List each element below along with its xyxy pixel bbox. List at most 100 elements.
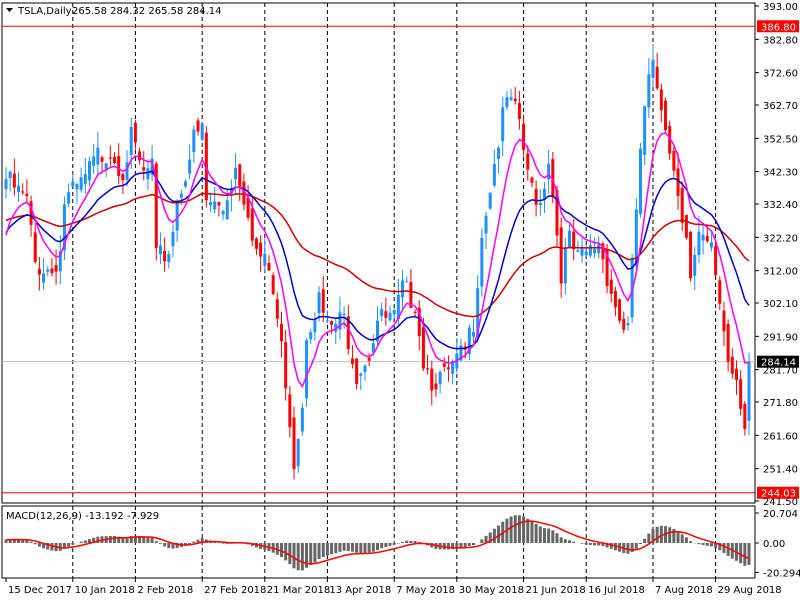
macd-histogram-bar — [300, 543, 304, 571]
macd-histogram-bar — [459, 543, 463, 548]
y-tick-label: 291.90 — [763, 332, 798, 343]
candle-up — [96, 147, 100, 165]
candle-up — [342, 314, 346, 316]
y-tick-label: 352.50 — [763, 134, 798, 145]
macd-histogram-bar — [497, 525, 501, 543]
macd-histogram-bar — [588, 543, 592, 545]
candle-up — [509, 97, 513, 100]
macd-histogram-bar — [309, 543, 313, 566]
y-tick-label: 372.60 — [763, 69, 798, 80]
candle-down — [572, 231, 576, 250]
candle-up — [209, 202, 213, 206]
x-tick-label: 27 Feb 2018 — [204, 585, 266, 596]
candle-down — [559, 227, 563, 284]
macd-histogram-bar — [371, 543, 375, 552]
candle-up — [472, 332, 476, 337]
candle-up — [213, 201, 217, 210]
macd-histogram-bar — [709, 543, 713, 547]
candle-down — [133, 122, 137, 143]
macd-histogram-bar — [158, 543, 162, 544]
ohlc-readout: 265.58 284.32 265.58 284.14 — [72, 6, 222, 17]
candle-up — [363, 365, 367, 373]
candle-down — [743, 403, 747, 429]
macd-y-tick-label: -20.294 — [763, 568, 800, 579]
candle-down — [113, 157, 117, 163]
macd-histogram-bar — [517, 515, 521, 543]
x-tick-label: 21 Jun 2018 — [526, 585, 586, 596]
candle-up — [392, 310, 396, 315]
candle-up — [192, 129, 196, 153]
candle-up — [588, 245, 592, 256]
macd-histogram-bar — [530, 521, 534, 543]
y-tick-label: 342.30 — [763, 168, 798, 179]
candle-down — [196, 120, 200, 132]
macd-histogram-bar — [83, 540, 87, 543]
macd-histogram-bar — [154, 541, 158, 543]
candle-down — [434, 383, 438, 390]
candle-up — [183, 181, 187, 187]
macd-histogram-bar — [71, 543, 75, 545]
y-tick-label: 312.00 — [763, 267, 798, 278]
macd-histogram-bar — [313, 543, 317, 563]
candle-down — [655, 66, 659, 89]
candle-down — [37, 268, 41, 275]
candle-up — [597, 244, 601, 254]
y-tick-label: 271.80 — [763, 398, 798, 409]
macd-histogram-bar — [722, 543, 726, 553]
macd-histogram-bar — [555, 533, 559, 543]
macd-histogram-bar — [25, 540, 29, 543]
macd-histogram-bar — [647, 533, 651, 543]
candle-up — [593, 249, 597, 254]
macd-histogram-bar — [384, 543, 388, 548]
candle-down — [618, 299, 622, 321]
macd-histogram-bar — [33, 543, 37, 545]
macd-histogram-bar — [188, 543, 192, 545]
x-tick-label: 30 May 2018 — [459, 585, 524, 596]
candle-up — [221, 211, 225, 215]
candle-up — [17, 185, 21, 192]
macd-histogram-bar — [739, 543, 743, 564]
macd-histogram-bar — [668, 527, 672, 543]
candle-down — [622, 319, 626, 330]
candle-up — [380, 309, 384, 317]
candle-up — [46, 269, 50, 272]
candle-down — [217, 202, 221, 206]
macd-histogram-bar — [568, 540, 572, 543]
candle-up — [158, 245, 162, 255]
symbol-label: TSLA,Daily — [17, 6, 72, 17]
macd-histogram-bar — [338, 543, 342, 552]
macd-histogram-bar — [580, 543, 584, 544]
candle-down — [413, 311, 417, 313]
candle-down — [54, 265, 58, 272]
last-price-label: 284.14 — [761, 358, 796, 369]
macd-histogram-bar — [167, 543, 171, 549]
candle-up — [643, 106, 647, 155]
macd-histogram-bar — [396, 543, 400, 544]
candle-up — [4, 179, 8, 189]
candle-down — [21, 191, 25, 193]
candle-up — [200, 123, 204, 140]
candle-up — [651, 59, 655, 78]
candle-up — [71, 181, 75, 187]
macd-histogram-bar — [522, 516, 526, 543]
macd-histogram-bar — [150, 537, 154, 543]
candle-down — [321, 289, 325, 313]
candle-up — [317, 292, 321, 314]
macd-histogram-bar — [463, 543, 467, 548]
candle-down — [730, 356, 734, 374]
macd-histogram-bar — [597, 543, 601, 546]
candle-up — [388, 312, 392, 321]
candle-up — [405, 281, 409, 283]
macd-histogram-bar — [142, 536, 146, 543]
candle-up — [171, 231, 175, 247]
candle-up — [42, 273, 46, 283]
candle-down — [384, 311, 388, 318]
chart-svg[interactable]: 15 Dec 2017 10 Jan 2018 2 Feb 2018 27 Feb 2… — [0, 0, 800, 600]
candle-up — [305, 340, 309, 399]
candle-down — [275, 299, 279, 319]
candle-up — [505, 97, 509, 108]
macd-histogram-bar — [572, 541, 576, 543]
macd-histogram-bar — [346, 543, 350, 551]
macd-histogram-bar — [79, 541, 83, 543]
candle-down — [12, 173, 16, 188]
